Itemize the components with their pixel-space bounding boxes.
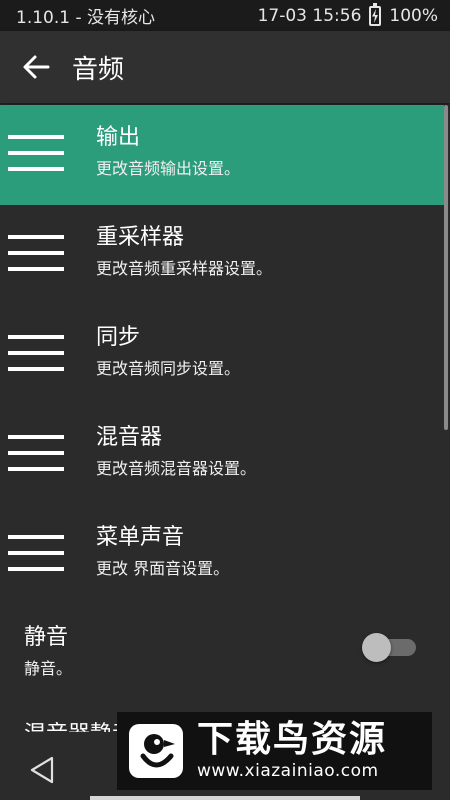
status-datetime: 17-03 15:56 [257, 5, 362, 26]
item-text: 混音器 更改音频混音器设置。 [96, 405, 256, 481]
item-text: 菜单声音 更改 界面音设置。 [96, 505, 229, 581]
item-subtitle: 更改音频混音器设置。 [96, 459, 257, 478]
status-right: 17-03 15:56 100% [257, 2, 438, 26]
watermark-url: www.xiazainiao.com [197, 761, 379, 781]
toggle-thumb [362, 633, 391, 662]
item-subtitle: 更改音频输出设置。 [96, 159, 241, 178]
list-item-resampler[interactable]: 重采样器 更改音频重采样器设置。 [0, 205, 444, 305]
battery-charging-icon [369, 2, 382, 26]
scrollbar[interactable] [444, 105, 448, 430]
item-text: 输出 更改音频输出设置。 [96, 105, 240, 181]
list-item-menu-sounds[interactable]: 菜单声音 更改 界面音设置。 [0, 505, 444, 605]
page-title: 音频 [72, 54, 125, 85]
arrow-left-icon [23, 55, 50, 79]
item-text: 同步 更改音频同步设置。 [96, 305, 240, 381]
watermark: 下载鸟资源 www.xiazainiao.com [117, 712, 432, 790]
item-title: 混音器 [96, 425, 163, 450]
item-text: 重采样器 更改音频重采样器设置。 [96, 205, 272, 281]
menu-lines-icon [0, 505, 96, 605]
battery-percent: 100% [389, 5, 438, 26]
app-bar: 音频 [0, 31, 450, 103]
menu-lines-icon [0, 105, 96, 205]
list-item-mixer[interactable]: 混音器 更改音频混音器设置。 [0, 405, 444, 505]
item-subtitle: 更改音频同步设置。 [96, 359, 241, 378]
watermark-text: 下载鸟资源 www.xiazainiao.com [197, 720, 387, 782]
status-bar: 1.10.1 - 没有核心 17-03 15:56 100% [0, 0, 450, 31]
bird-logo-icon [127, 722, 185, 780]
mute-toggle[interactable] [362, 630, 418, 664]
item-title: 输出 [96, 125, 141, 150]
menu-lines-icon [0, 305, 96, 405]
menu-lines-icon [0, 205, 96, 305]
nav-handle[interactable] [90, 796, 360, 800]
triangle-back-icon [30, 756, 54, 784]
status-left-text: 1.10.1 - 没有核心 [16, 8, 156, 28]
item-title: 菜单声音 [96, 525, 185, 550]
menu-lines-icon [0, 405, 96, 505]
back-button[interactable] [0, 31, 72, 103]
list-item-sync[interactable]: 同步 更改音频同步设置。 [0, 305, 444, 405]
nav-back-button[interactable] [22, 750, 62, 790]
list-item-output[interactable]: 输出 更改音频输出设置。 [0, 105, 444, 205]
item-title: 重采样器 [96, 225, 185, 250]
item-subtitle: 更改音频重采样器设置。 [96, 259, 273, 278]
item-subtitle: 更改 界面音设置。 [96, 559, 230, 578]
watermark-brand: 下载鸟资源 [197, 719, 388, 760]
list-item-mute[interactable]: 静音 静音。 [0, 605, 444, 705]
settings-list[interactable]: 输出 更改音频输出设置。 重采样器 更改音频重采样器设置。 同步 更改音频同步设… [0, 105, 444, 732]
item-title: 同步 [96, 325, 141, 350]
